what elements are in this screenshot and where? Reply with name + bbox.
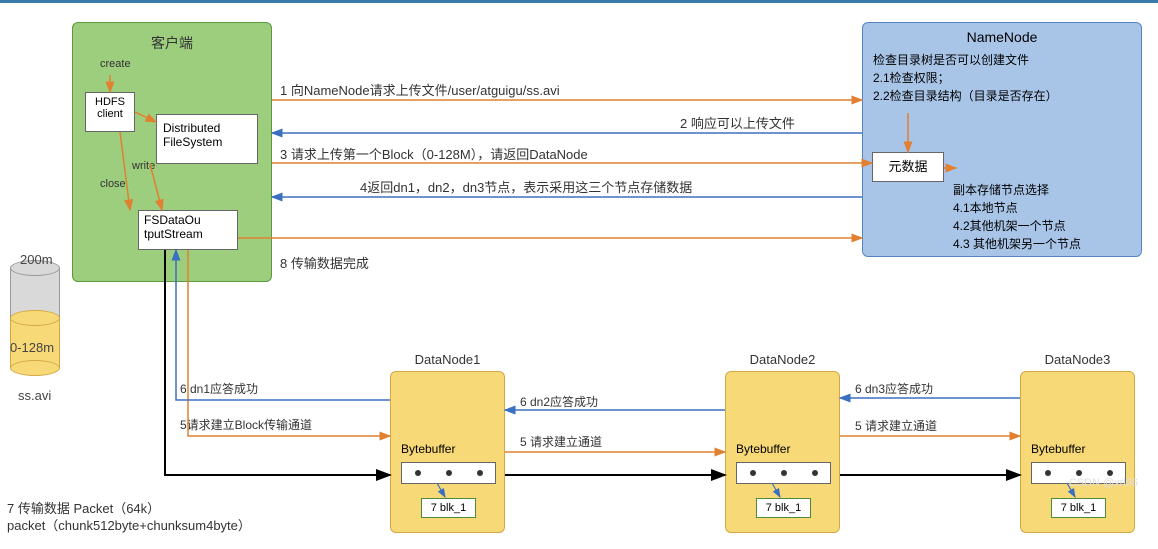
lbl-200m: 200m bbox=[20, 252, 53, 267]
arrow4-label: 4返回dn1，dn2，dn3节点，表示采用这三个节点存储数据 bbox=[360, 177, 692, 196]
lbl-write: write bbox=[132, 160, 155, 172]
metadata-box: 元数据 bbox=[872, 152, 944, 182]
namenode-box: NameNode 检查目录树是否可以创建文件 2.1检查权限； 2.2检查目录结… bbox=[862, 22, 1142, 257]
arrow5c-label: 5 请求建立通道 bbox=[855, 417, 937, 434]
datanode3-box: DataNode3 Bytebuffer 7 blk_1 bbox=[1020, 371, 1135, 533]
dn1-bytebuffer bbox=[401, 462, 496, 484]
namenode-replica: 副本存储节点选择 4.1本地节点 4.2其他机架一个节点 4.3 其他机架另一个… bbox=[953, 181, 1081, 253]
watermark: CSDN @xrl66 bbox=[1069, 477, 1138, 489]
dn2-bytebuffer bbox=[736, 462, 831, 484]
arrow6b-label: 6 dn2应答成功 bbox=[520, 393, 598, 410]
arrow6c-label: 6 dn3应答成功 bbox=[855, 380, 933, 397]
hdfs-client-box: HDFS client bbox=[85, 92, 135, 132]
fsdata-output-stream-box: FSDataOu tputStream bbox=[138, 210, 238, 250]
lbl-create: create bbox=[100, 58, 131, 70]
dn3-blk: 7 blk_1 bbox=[1051, 498, 1106, 518]
dn1-title: DataNode1 bbox=[415, 352, 481, 367]
lbl-ssavi: ss.avi bbox=[18, 388, 51, 403]
lbl-close: close bbox=[100, 178, 126, 190]
arrow2-label: 2 响应可以上传文件 bbox=[680, 113, 795, 132]
dn2-title: DataNode2 bbox=[750, 352, 816, 367]
dn3-bytebuffer-label: Bytebuffer bbox=[1031, 442, 1085, 456]
datanode2-box: DataNode2 Bytebuffer 7 blk_1 bbox=[725, 371, 840, 533]
dn1-bytebuffer-label: Bytebuffer bbox=[401, 442, 455, 456]
arrow3-label: 3 请求上传第一个Block（0-128M），请返回DataNode bbox=[280, 144, 588, 163]
disk-cylinder bbox=[10, 260, 60, 375]
dn2-blk: 7 blk_1 bbox=[756, 498, 811, 518]
arrow5b-label: 5 请求建立通道 bbox=[520, 433, 602, 450]
client-title: 客户端 bbox=[151, 33, 193, 53]
arrow5-label: 5请求建立Block传输通道 bbox=[180, 416, 312, 433]
lbl-128m: 0-128m bbox=[10, 340, 54, 355]
arrow7-label: 7 传输数据 Packet（64k） packet（chunk512byte+c… bbox=[7, 501, 251, 535]
namenode-check: 检查目录树是否可以创建文件 2.1检查权限； 2.2检查目录结构（目录是否存在） bbox=[873, 51, 1058, 105]
arrow6-label: 6 dn1应答成功 bbox=[180, 380, 258, 397]
distributed-filesystem-box: Distributed FileSystem bbox=[156, 114, 258, 164]
arrow8-label: 8 传输数据完成 bbox=[280, 253, 369, 272]
top-border bbox=[0, 0, 1158, 3]
datanode1-box: DataNode1 Bytebuffer 7 blk_1 bbox=[390, 371, 505, 533]
arrow1-label: 1 向NameNode请求上传文件/user/atguigu/ss.avi bbox=[280, 80, 560, 99]
dn2-bytebuffer-label: Bytebuffer bbox=[736, 442, 790, 456]
dn3-title: DataNode3 bbox=[1045, 352, 1111, 367]
namenode-title: NameNode bbox=[967, 29, 1038, 45]
dn1-blk: 7 blk_1 bbox=[421, 498, 476, 518]
